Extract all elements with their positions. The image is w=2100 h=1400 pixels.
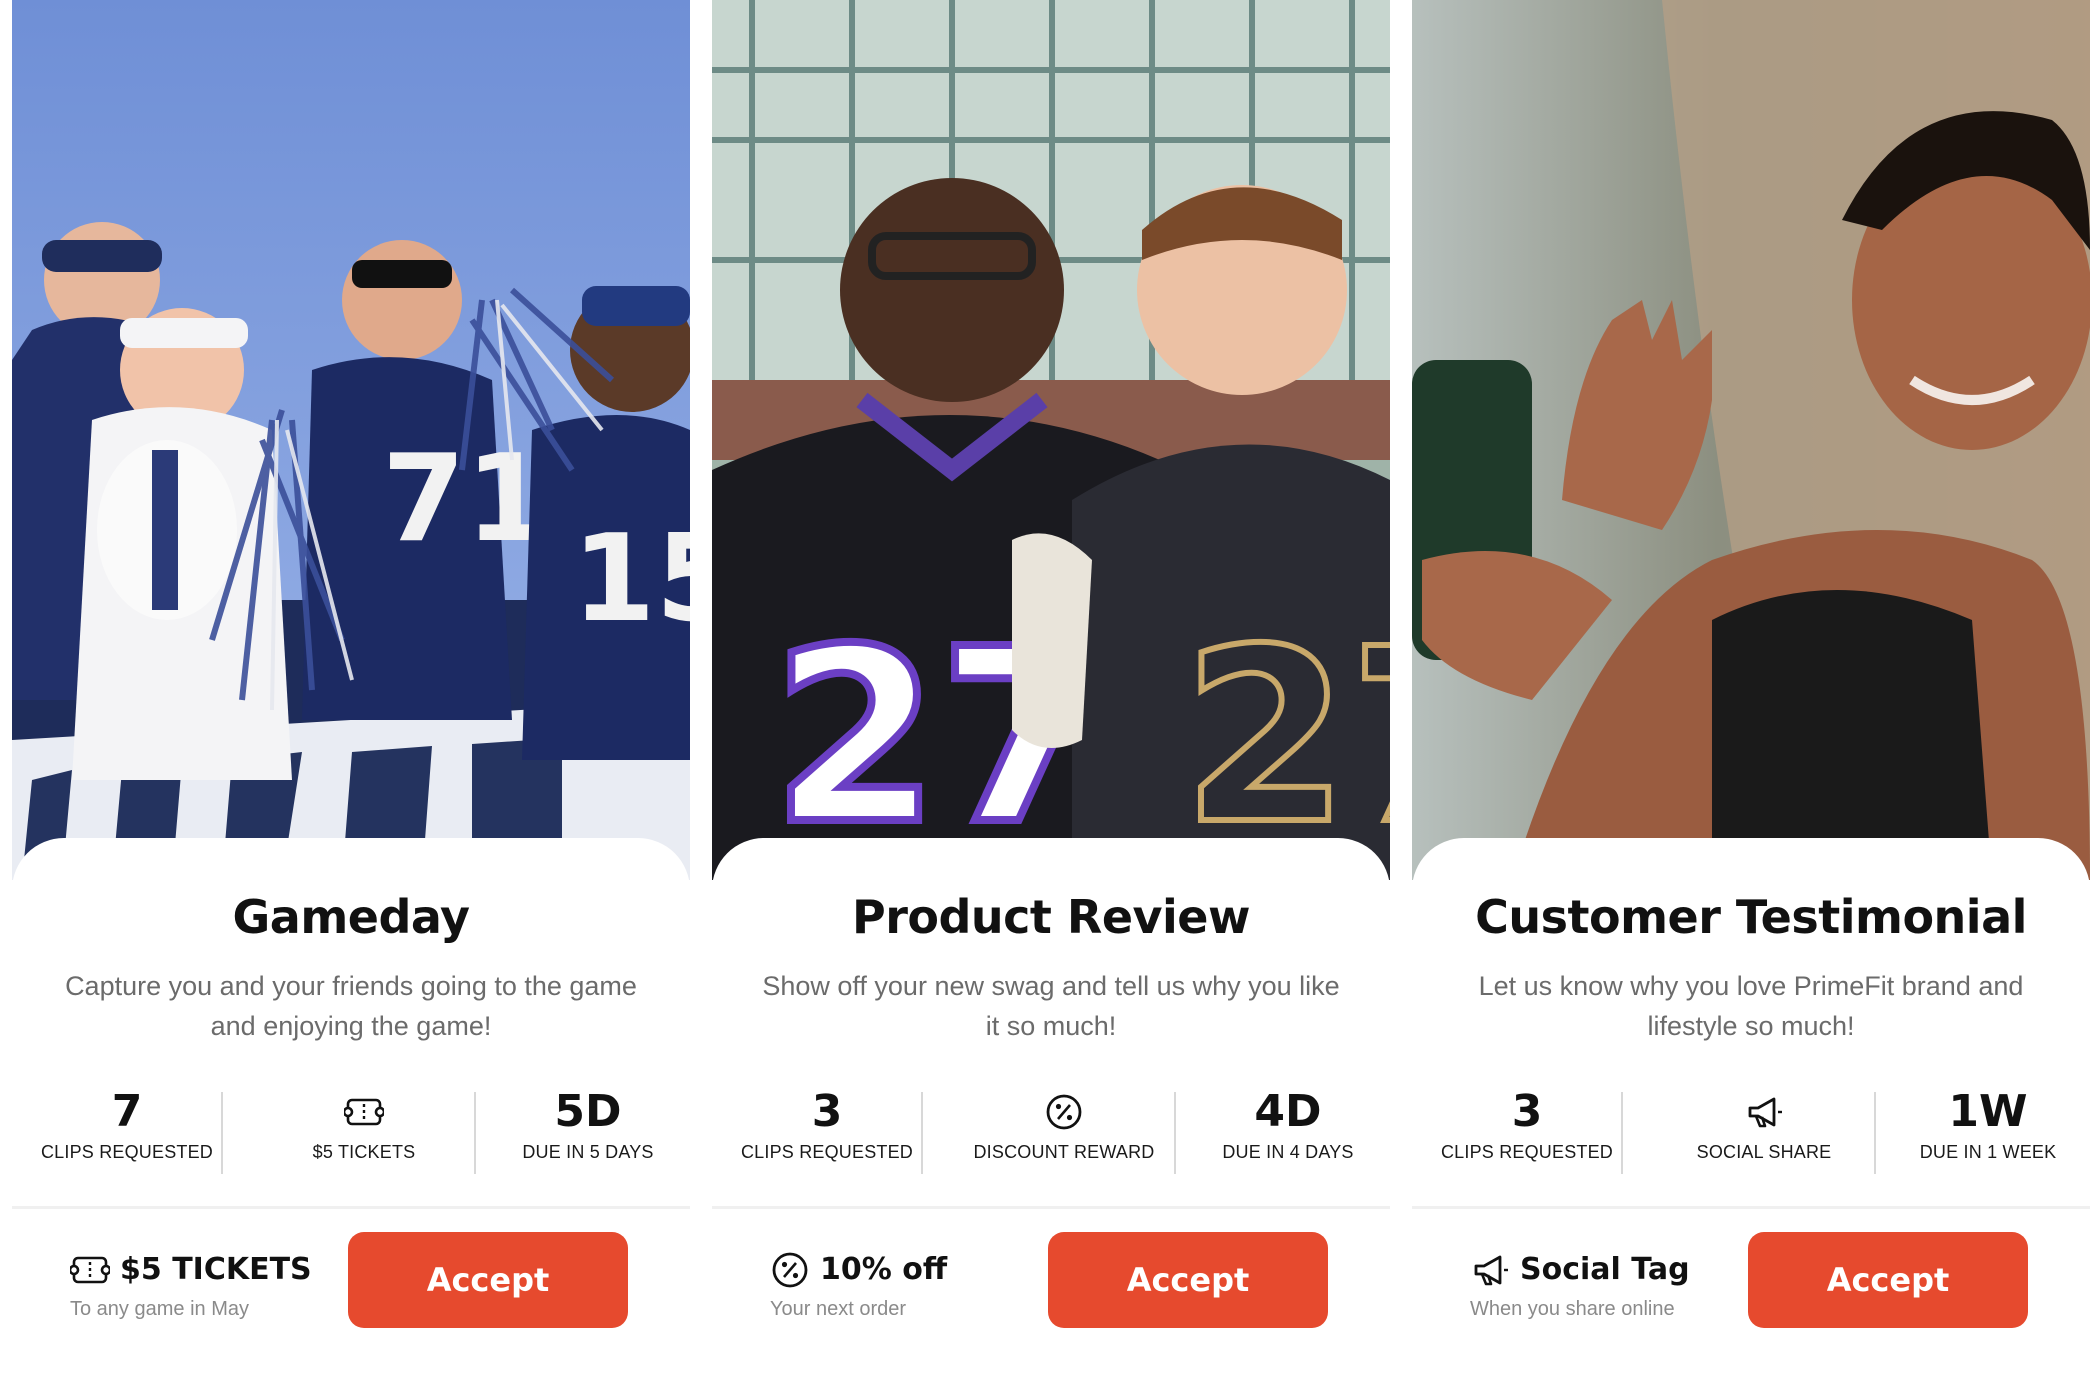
stat-label: DUE IN 4 DAYS — [1222, 1142, 1354, 1162]
card-description: Show off your new swag and tell us why y… — [762, 971, 1340, 1041]
stat-divider — [1174, 1092, 1176, 1174]
stat-value: 3 — [1511, 1086, 1543, 1137]
card-stats: 3 CLIPS REQUESTED DISCOUNT REWARD 4D DUE… — [712, 1088, 1390, 1174]
card-title: Gameday — [232, 890, 470, 944]
card-info-panel: Gameday Capture you and your friends goi… — [12, 838, 690, 1400]
accept-button[interactable]: Accept — [348, 1232, 628, 1328]
campaign-cards-row: 71 15 Gameday Capture yo — [0, 0, 2100, 1400]
stat-label: CLIPS REQUESTED — [1440, 1142, 1614, 1162]
card-title: Customer Testimonial — [1475, 890, 2027, 944]
card-stats: 3 CLIPS REQUESTED SOCIAL SHARE 1W DUE IN… — [1412, 1088, 2090, 1174]
reward-subtitle: When you share online — [1470, 1298, 1675, 1320]
svg-text:27: 27 — [1182, 597, 1390, 877]
stat-value: 3 — [811, 1086, 843, 1137]
campaign-card-customer-testimonial: Customer Testimonial Let us know why you… — [1412, 0, 2090, 1400]
stat-clips-requested: 7 CLIPS REQUESTED — [12, 1088, 242, 1173]
card-info-panel: Customer Testimonial Let us know why you… — [1412, 838, 2090, 1400]
stat-reward-type: SOCIAL SHARE — [1644, 1088, 1884, 1173]
stat-value: 1W — [1948, 1086, 2028, 1137]
stat-value: 7 — [111, 1086, 143, 1137]
reward-summary: $5 TICKETS To any game in May — [68, 1246, 330, 1326]
reward-title: Social Tag — [1520, 1252, 1690, 1287]
stat-value: 5D — [554, 1086, 622, 1137]
section-separator — [1412, 1206, 2090, 1209]
card-photo: 71 15 — [12, 0, 690, 880]
megaphone-icon — [1470, 1250, 1510, 1290]
fans-cheering-photo: 71 15 — [12, 0, 690, 880]
card-photo — [1412, 0, 2090, 880]
section-separator — [12, 1206, 690, 1209]
percent-badge-icon — [770, 1250, 810, 1290]
stat-due-date: 1W DUE IN 1 WEEK — [1886, 1088, 2090, 1173]
reward-summary: Social Tag When you share online — [1470, 1246, 1730, 1326]
ticket-icon — [244, 1088, 484, 1136]
stat-value: 4D — [1254, 1086, 1322, 1137]
stat-due-date: 4D DUE IN 4 DAYS — [1186, 1088, 1390, 1173]
section-separator — [712, 1206, 1390, 1209]
reward-subtitle: To any game in May — [70, 1298, 249, 1320]
card-stats: 7 CLIPS REQUESTED $5 TICKETS 5D DUE IN 5… — [12, 1088, 690, 1174]
stat-clips-requested: 3 CLIPS REQUESTED — [1412, 1088, 1642, 1173]
campaign-card-gameday: 71 15 Gameday Capture yo — [12, 0, 690, 1400]
accept-button[interactable]: Accept — [1048, 1232, 1328, 1328]
woman-waving-photo — [1412, 0, 2090, 880]
accept-button[interactable]: Accept — [1748, 1232, 2028, 1328]
stat-label: DUE IN 1 WEEK — [1919, 1142, 2057, 1162]
stat-label: CLIPS REQUESTED — [740, 1142, 914, 1162]
stat-clips-requested: 3 CLIPS REQUESTED — [712, 1088, 942, 1173]
stat-reward-type: $5 TICKETS — [244, 1088, 484, 1173]
stat-reward-type: DISCOUNT REWARD — [944, 1088, 1184, 1173]
stat-divider — [1874, 1092, 1876, 1174]
stat-divider — [921, 1092, 923, 1174]
card-description: Let us know why you love PrimeFit brand … — [1478, 971, 2024, 1041]
stat-divider — [221, 1092, 223, 1174]
stat-label: CLIPS REQUESTED — [40, 1142, 214, 1162]
stat-label: DUE IN 5 DAYS — [522, 1142, 654, 1162]
card-title: Product Review — [851, 890, 1251, 944]
fans-holding-jerseys-photo: 27 27 — [712, 0, 1390, 880]
reward-title: $5 TICKETS — [120, 1252, 312, 1287]
stat-label: $5 TICKETS — [312, 1142, 416, 1162]
card-photo: 27 27 — [712, 0, 1390, 880]
megaphone-icon — [1644, 1088, 1884, 1136]
stat-due-date: 5D DUE IN 5 DAYS — [486, 1088, 690, 1173]
stat-label: DISCOUNT REWARD — [973, 1142, 1155, 1162]
reward-summary: 10% off Your next order — [770, 1246, 1030, 1326]
svg-text:15: 15 — [572, 510, 690, 649]
card-info-panel: Product Review Show off your new swag an… — [712, 838, 1390, 1400]
percent-badge-icon — [944, 1088, 1184, 1136]
stat-divider — [1621, 1092, 1623, 1174]
stat-divider — [474, 1092, 476, 1174]
campaign-card-product-review: 27 27 Product Review Show off your new s… — [712, 0, 1390, 1400]
stat-label: SOCIAL SHARE — [1696, 1142, 1832, 1162]
reward-subtitle: Your next order — [770, 1298, 907, 1320]
card-description: Capture you and your friends going to th… — [65, 971, 637, 1041]
reward-title: 10% off — [820, 1252, 948, 1287]
ticket-icon — [68, 1250, 112, 1290]
